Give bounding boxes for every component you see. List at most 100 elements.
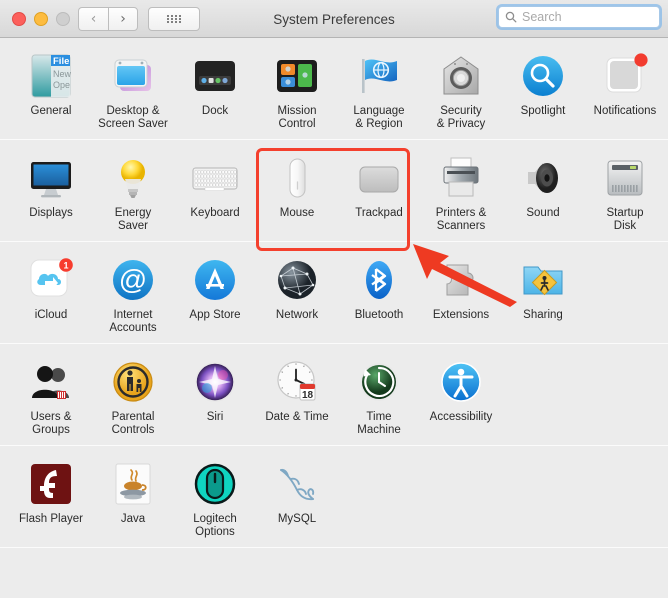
- traffic-lights: [12, 12, 70, 26]
- parental-controls-icon: [109, 358, 157, 406]
- printers-scanners-icon: [437, 154, 485, 202]
- pref-pane-label: Desktop & Screen Saver: [98, 105, 168, 130]
- pref-pane-label: Flash Player: [19, 513, 83, 525]
- pref-pane-internet-accounts[interactable]: @ Internet Accounts: [92, 252, 174, 335]
- row-left-pad: [0, 150, 10, 233]
- dock-icon: [191, 52, 239, 100]
- grid-icon: [166, 15, 182, 23]
- pref-pane-security-privacy[interactable]: Security & Privacy: [420, 48, 502, 131]
- icloud-icon: 1: [27, 256, 75, 304]
- pref-pane-bluetooth[interactable]: Bluetooth: [338, 252, 420, 335]
- language-region-icon: [355, 52, 403, 100]
- minimize-button[interactable]: [34, 12, 48, 26]
- internet-accounts-icon: @: [109, 256, 157, 304]
- svg-text:Ope: Ope: [53, 80, 70, 90]
- preferences-row: File New Ope General Desktop & Screen Sav…: [0, 38, 668, 140]
- search-field[interactable]: [498, 6, 660, 28]
- spotlight-icon: [519, 52, 567, 100]
- pref-pane-label: Java: [120, 513, 146, 525]
- pref-pane-time-machine[interactable]: Time Machine: [338, 354, 420, 437]
- pref-pane-label: iCloud: [34, 309, 68, 321]
- pref-pane-label: Accessibility: [429, 411, 493, 423]
- pref-pane-printers-scanners[interactable]: Printers & Scanners: [420, 150, 502, 233]
- pref-pane-siri[interactable]: Siri: [174, 354, 256, 437]
- row-left-pad: [0, 354, 10, 437]
- pref-pane-label: Mouse: [279, 207, 315, 219]
- pref-pane-desktop-screen-saver[interactable]: Desktop & Screen Saver: [92, 48, 174, 131]
- pref-pane-label: Bluetooth: [354, 309, 404, 321]
- pref-pane-mission-control[interactable]: Mission Control: [256, 48, 338, 131]
- preferences-row: 1 iCloud @ Internet Accounts App Store Ne…: [0, 242, 668, 344]
- svg-text:1: 1: [63, 260, 68, 270]
- extensions-icon: [437, 256, 485, 304]
- back-button[interactable]: ‹: [78, 7, 108, 31]
- pref-pane-label: Users & Groups: [30, 411, 72, 436]
- sharing-icon: [519, 256, 567, 304]
- chevron-left-icon: ‹: [90, 11, 97, 27]
- pref-pane-accessibility[interactable]: Accessibility: [420, 354, 502, 437]
- pref-pane-notifications[interactable]: Notifications: [584, 48, 666, 131]
- pref-pane-label: Dock: [201, 105, 229, 117]
- pref-pane-java[interactable]: Java: [92, 456, 174, 539]
- pref-pane-label: General: [30, 105, 72, 117]
- pref-pane-label: Language & Region: [353, 105, 405, 130]
- pref-pane-label: Printers & Scanners: [435, 207, 487, 232]
- show-all-button[interactable]: [148, 7, 200, 31]
- pref-pane-mysql[interactable]: MySQL: [256, 456, 338, 539]
- bluetooth-icon: [355, 256, 403, 304]
- row-left-pad: [0, 456, 10, 539]
- window-title-text: System Preferences: [273, 11, 395, 27]
- pref-pane-startup-disk[interactable]: Startup Disk: [584, 150, 666, 233]
- pref-pane-label: Time Machine: [357, 411, 401, 436]
- logitech-options-icon: [191, 460, 239, 508]
- forward-button[interactable]: ›: [108, 7, 138, 31]
- java-icon: [109, 460, 157, 508]
- pref-pane-icloud[interactable]: 1 iCloud: [10, 252, 92, 335]
- svg-text:18: 18: [302, 390, 314, 401]
- pref-pane-keyboard[interactable]: Keyboard: [174, 150, 256, 233]
- pref-pane-network[interactable]: Network: [256, 252, 338, 335]
- pref-pane-date-time[interactable]: 18 Date & Time: [256, 354, 338, 437]
- preferences-row: Flash Player Java Logitech Options MySQL: [0, 446, 668, 548]
- keyboard-icon: [191, 154, 239, 202]
- pref-pane-dock[interactable]: Dock: [174, 48, 256, 131]
- pref-pane-app-store[interactable]: App Store: [174, 252, 256, 335]
- pref-pane-flash-player[interactable]: Flash Player: [10, 456, 92, 539]
- pref-pane-label: Notifications: [593, 105, 657, 117]
- pref-pane-label: Energy Saver: [114, 207, 152, 232]
- pref-pane-language-region[interactable]: Language & Region: [338, 48, 420, 131]
- pref-pane-users-groups[interactable]: Users & Groups: [10, 354, 92, 437]
- chevron-right-icon: ›: [120, 11, 126, 27]
- pref-pane-parental-controls[interactable]: Parental Controls: [92, 354, 174, 437]
- pref-pane-energy-saver[interactable]: Energy Saver: [92, 150, 174, 233]
- notifications-icon: [601, 52, 649, 100]
- pref-pane-label: App Store: [189, 309, 241, 321]
- pref-pane-label: Internet Accounts: [109, 309, 157, 334]
- pref-pane-extensions[interactable]: Extensions: [420, 252, 502, 335]
- pref-pane-displays[interactable]: Displays: [10, 150, 92, 233]
- pref-pane-label: Sharing: [523, 309, 563, 321]
- network-icon: [273, 256, 321, 304]
- pref-pane-label: Sound: [526, 207, 560, 219]
- pref-pane-sharing[interactable]: Sharing: [502, 252, 584, 335]
- pref-pane-label: Logitech Options: [193, 513, 237, 538]
- pref-pane-mouse[interactable]: Mouse: [256, 150, 338, 233]
- security-privacy-icon: [437, 52, 485, 100]
- pref-pane-spotlight[interactable]: Spotlight: [502, 48, 584, 131]
- pref-pane-trackpad[interactable]: Trackpad: [338, 150, 420, 233]
- sound-icon: [519, 154, 567, 202]
- pref-pane-general[interactable]: File New Ope General: [10, 48, 92, 131]
- system-preferences-window: ‹ › System Preferences File: [0, 0, 668, 598]
- navigation-buttons: ‹ ›: [78, 7, 138, 31]
- app-store-icon: [191, 256, 239, 304]
- pref-pane-sound[interactable]: Sound: [502, 150, 584, 233]
- pref-pane-logitech-options[interactable]: Logitech Options: [174, 456, 256, 539]
- general-icon: File New Ope: [27, 52, 75, 100]
- search-input[interactable]: [522, 10, 650, 24]
- mysql-icon: [273, 460, 321, 508]
- energy-saver-icon: [109, 154, 157, 202]
- close-button[interactable]: [12, 12, 26, 26]
- pref-pane-label: Siri: [206, 411, 224, 423]
- svg-text:@: @: [119, 264, 147, 295]
- pref-pane-label: MySQL: [277, 513, 317, 525]
